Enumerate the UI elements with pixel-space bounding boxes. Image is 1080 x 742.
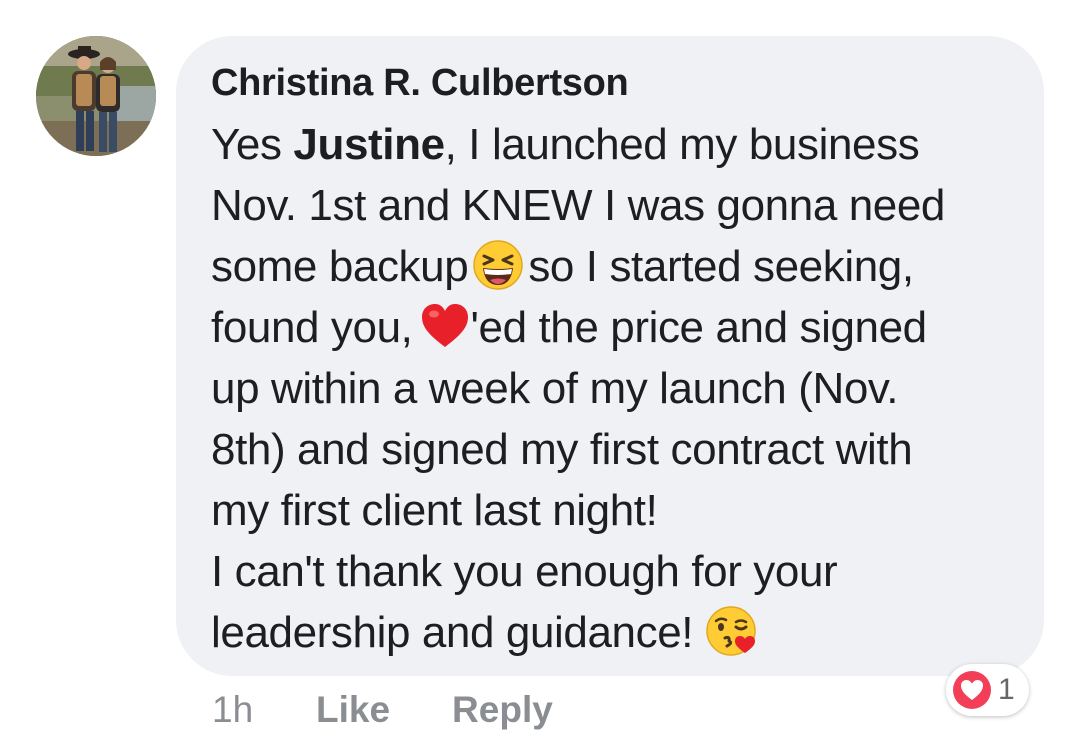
comment-line: I can't thank you enough for your	[211, 547, 838, 596]
love-reaction-icon	[952, 670, 992, 710]
text-segment: 'ed the price and signed	[470, 303, 928, 352]
comment-bubble: Christina R. Culbertson Yes Justine, I l…	[176, 36, 1044, 676]
reaction-summary[interactable]: 1	[946, 664, 1029, 716]
face-blowing-kiss-icon	[705, 605, 757, 657]
red-heart-icon	[419, 300, 471, 352]
text-segment: leadership and guidance!	[211, 608, 694, 657]
comment-line: Yes Justine, I launched my business	[211, 114, 1024, 175]
text-segment: , I launched my business	[444, 120, 920, 169]
like-button[interactable]: Like	[316, 689, 390, 731]
comment-timestamp[interactable]: 1h	[212, 689, 316, 731]
comment: Christina R. Culbertson Yes Justine, I l…	[0, 0, 1080, 742]
comment-line: some backup so I started seeking,	[211, 236, 1024, 297]
comment-text: Yes Justine, I launched my business Nov.…	[211, 114, 1024, 663]
comment-line: 8th) and signed my first contract with	[211, 425, 913, 474]
mention-link[interactable]: Justine	[293, 120, 445, 169]
text-segment: found you,	[211, 303, 413, 352]
comment-line: Nov. 1st and KNEW I was gonna need	[211, 181, 945, 230]
comment-line: found you, 'ed the price and signed	[211, 297, 1024, 358]
profile-photo-couple	[36, 36, 156, 156]
comment-actions: 1h Like Reply	[212, 682, 615, 738]
reply-button[interactable]: Reply	[452, 689, 553, 731]
reaction-count: 1	[998, 673, 1015, 706]
text-segment: Yes	[211, 120, 294, 169]
avatar[interactable]	[36, 36, 156, 156]
grinning-squinting-face-icon	[472, 239, 524, 291]
comment-line: my first client last night!	[211, 486, 658, 535]
comment-line: leadership and guidance!	[211, 602, 1024, 663]
text-segment: some backup	[211, 242, 469, 291]
comment-line: up within a week of my launch (Nov.	[211, 364, 899, 413]
comment-author[interactable]: Christina R. Culbertson	[211, 60, 1024, 106]
text-segment: so I started seeking,	[528, 242, 914, 291]
